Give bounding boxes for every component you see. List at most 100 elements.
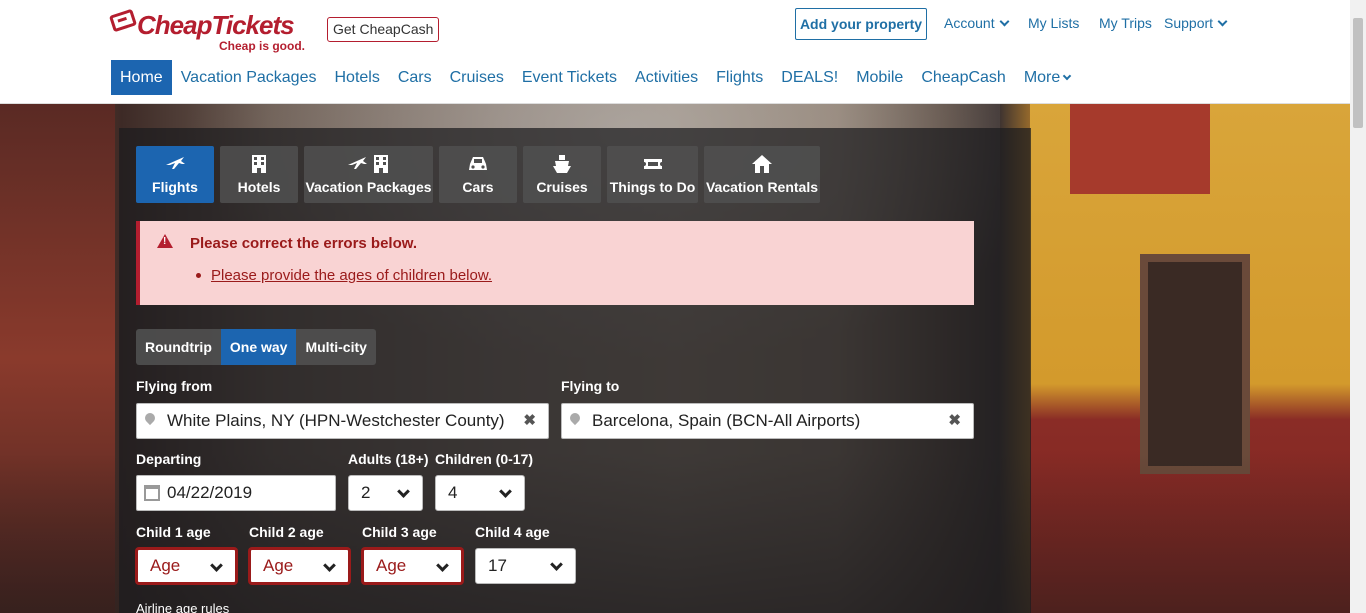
departing-value: 04/22/2019 [167, 483, 253, 502]
tab-cars[interactable]: Cars [439, 146, 517, 203]
child-4-age-value: 17 [488, 556, 507, 575]
clear-icon[interactable]: ✖ [948, 404, 961, 438]
trip-type-toggle: Roundtrip One way Multi-city [136, 329, 376, 365]
car-icon [439, 154, 517, 174]
tab-label: Vacation Packages [305, 179, 432, 195]
child-1-age-label: Child 1 age [136, 524, 211, 540]
departing-date-input[interactable]: 04/22/2019 [136, 475, 336, 511]
airline-age-rules-link[interactable]: Airline age rules [136, 601, 229, 613]
scrollbar-thumb[interactable] [1353, 18, 1363, 128]
flying-from-input[interactable]: White Plains, NY (HPN-Westchester County… [136, 403, 549, 439]
trip-type-roundtrip[interactable]: Roundtrip [136, 329, 221, 365]
tab-label: Cruises [536, 179, 588, 195]
nav-item-vacation-packages[interactable]: Vacation Packages [172, 60, 326, 95]
cheaptickets-logo[interactable]: CheapTickets Cheap is good. [108, 8, 316, 54]
error-link-children-ages[interactable]: Please provide the ages of children belo… [211, 267, 492, 284]
child-3-age-select[interactable]: Age [362, 548, 463, 584]
nav-item-event-tickets[interactable]: Event Tickets [513, 60, 626, 95]
tab-cruises[interactable]: Cruises [523, 146, 601, 203]
plane-building-icon [304, 154, 433, 174]
building-icon [220, 154, 298, 174]
plane-icon [136, 154, 214, 174]
tab-hotels[interactable]: Hotels [220, 146, 298, 203]
calendar-icon [144, 485, 160, 501]
support-menu[interactable]: Support [1164, 15, 1228, 31]
chevron-down-icon [436, 559, 449, 572]
chevron-down-icon [999, 16, 1010, 27]
tab-label: Hotels [237, 179, 281, 195]
tab-label: Things to Do [609, 179, 696, 195]
get-cheapcash-button[interactable]: Get CheapCash [327, 17, 440, 42]
flying-from-value: White Plains, NY (HPN-Westchester County… [167, 411, 505, 430]
nav-item-mobile[interactable]: Mobile [847, 60, 912, 95]
flying-from-label: Flying from [136, 378, 213, 394]
child-3-age-label: Child 3 age [362, 524, 437, 540]
logo-brand: CheapTickets [137, 10, 295, 40]
chevron-down-icon [397, 485, 410, 498]
trip-type-one-way[interactable]: One way [220, 329, 297, 365]
ticket-icon [607, 154, 698, 174]
nav-item-activities[interactable]: Activities [626, 60, 707, 95]
house-icon [704, 154, 820, 174]
nav-item-cars[interactable]: Cars [389, 60, 441, 95]
child-1-age-select[interactable]: Age [136, 548, 237, 584]
child-3-age-value: Age [376, 556, 407, 575]
account-label: Account [944, 15, 995, 31]
nav-more-label: More [1023, 69, 1061, 86]
chevron-down-icon [1063, 71, 1072, 81]
nav-item-flights[interactable]: Flights [707, 60, 772, 95]
support-label: Support [1164, 15, 1214, 31]
adults-value: 2 [361, 483, 371, 502]
chevron-down-icon [1217, 16, 1228, 27]
chevron-down-icon [323, 559, 336, 572]
chevron-down-icon [550, 558, 563, 571]
nav-item-home[interactable]: Home [111, 60, 172, 95]
site-header: CheapTickets Cheap is good. Get CheapCas… [0, 0, 1350, 104]
adults-label: Adults (18+) [348, 451, 429, 467]
children-select[interactable]: 4 [435, 475, 525, 511]
children-value: 4 [448, 483, 458, 502]
my-lists-link[interactable]: My Lists [1028, 15, 1079, 31]
trip-type-multi-city[interactable]: Multi-city [296, 329, 376, 365]
tab-vacation-packages[interactable]: Vacation Packages [304, 146, 433, 203]
page-scrollbar[interactable] [1350, 0, 1366, 613]
error-title: Please correct the errors below. [190, 235, 418, 252]
child-2-age-select[interactable]: Age [249, 548, 350, 584]
adults-select[interactable]: 2 [348, 475, 423, 511]
nav-item-deals[interactable]: DEALS! [772, 60, 847, 95]
logo-slogan: Cheap is good. [219, 39, 306, 53]
flying-to-input[interactable]: Barcelona, Spain (BCN-All Airports) ✖ [561, 403, 974, 439]
child-1-age-value: Age [150, 556, 181, 575]
nav-item-cheapcash[interactable]: CheapCash [912, 60, 1015, 95]
my-trips-link[interactable]: My Trips [1099, 15, 1152, 31]
account-menu[interactable]: Account [944, 15, 1010, 31]
tab-flights[interactable]: Flights [136, 146, 214, 203]
clear-icon[interactable]: ✖ [523, 404, 536, 438]
tab-label: Cars [462, 179, 494, 195]
departing-label: Departing [136, 451, 202, 467]
tab-label: Flights [152, 179, 198, 195]
children-label: Children (0-17) [435, 451, 534, 467]
tab-things-to-do[interactable]: Things to Do [607, 146, 698, 203]
ticket-logo-icon [108, 8, 138, 33]
flying-to-label: Flying to [561, 378, 620, 394]
add-property-button[interactable]: Add your property [795, 8, 927, 40]
nav-item-more[interactable]: More [1015, 60, 1079, 95]
warning-icon [157, 234, 173, 248]
chevron-down-icon [499, 485, 512, 498]
location-pin-icon [567, 410, 583, 426]
tab-label: Vacation Rentals [705, 179, 819, 195]
flying-to-value: Barcelona, Spain (BCN-All Airports) [592, 411, 861, 430]
child-4-age-select[interactable]: 17 [475, 548, 576, 584]
child-2-age-label: Child 2 age [249, 524, 324, 540]
nav-item-cruises[interactable]: Cruises [441, 60, 513, 95]
error-message-box: Please correct the errors below. Please … [136, 221, 974, 305]
nav-item-hotels[interactable]: Hotels [325, 60, 388, 95]
child-4-age-label: Child 4 age [475, 524, 550, 540]
ship-icon [523, 154, 601, 174]
main-nav: Home Vacation Packages Hotels Cars Cruis… [111, 60, 1079, 95]
child-2-age-value: Age [263, 556, 294, 575]
tab-vacation-rentals[interactable]: Vacation Rentals [704, 146, 820, 203]
chevron-down-icon [210, 559, 223, 572]
location-pin-icon [142, 410, 158, 426]
